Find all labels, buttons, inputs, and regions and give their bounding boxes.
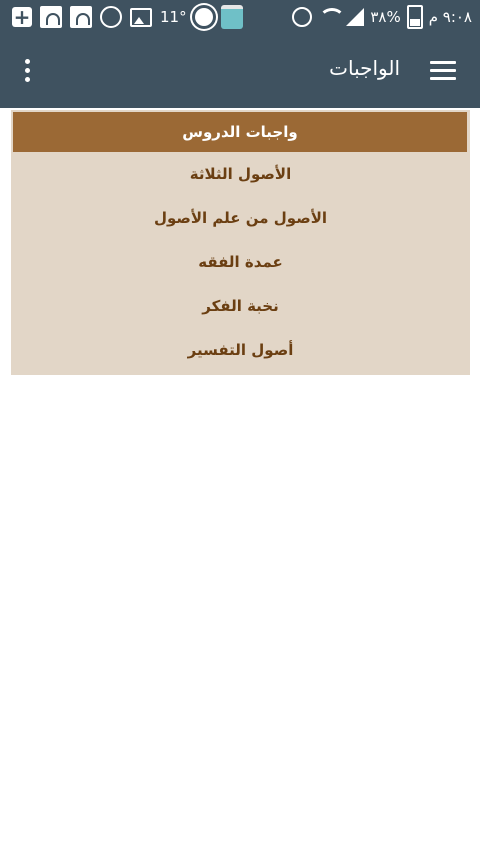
battery-icon <box>406 5 423 29</box>
menu-header[interactable]: واجبات الدروس <box>13 112 467 152</box>
menu-item-usul-thalatha[interactable]: الأصول الثلاثة <box>11 152 470 196</box>
gear-icon <box>194 8 213 26</box>
image-icon <box>130 7 152 27</box>
status-bar-right: ٣٨% ٩:٠٨ م <box>292 4 472 30</box>
menu-item-usul-al-tafsir[interactable]: أصول التفسير <box>11 328 470 372</box>
status-bar-left: + 11° <box>12 4 243 30</box>
lessons-menu: واجبات الدروس الأصول الثلاثة الأصول من ع… <box>11 110 470 375</box>
battery-percent: ٣٨% <box>370 8 401 26</box>
plus-box-icon: + <box>12 5 32 29</box>
alarm-icon <box>292 7 313 27</box>
app-bar: الواجبات <box>0 34 480 108</box>
hamburger-menu-icon[interactable] <box>430 61 456 80</box>
temperature: 11° <box>160 8 187 26</box>
whatsapp-icon <box>100 6 122 28</box>
mosque-icon <box>70 6 92 28</box>
status-bar: + 11° ٣٨% ٩:٠٨ م <box>0 0 480 34</box>
clock: ٩:٠٨ م <box>428 8 472 26</box>
mosque-icon <box>40 6 62 28</box>
menu-item-nukhbat-al-fikr[interactable]: نخبة الفكر <box>11 284 470 328</box>
wifi-icon <box>318 8 346 26</box>
page-title: الواجبات <box>329 56 400 80</box>
store-icon <box>220 5 243 29</box>
menu-item-usul-min-ilm-al-usul[interactable]: الأصول من علم الأصول <box>11 196 470 240</box>
signal-icon <box>346 8 365 26</box>
menu-item-umdat-al-fiqh[interactable]: عمدة الفقه <box>11 240 470 284</box>
more-vertical-icon[interactable] <box>24 59 32 83</box>
